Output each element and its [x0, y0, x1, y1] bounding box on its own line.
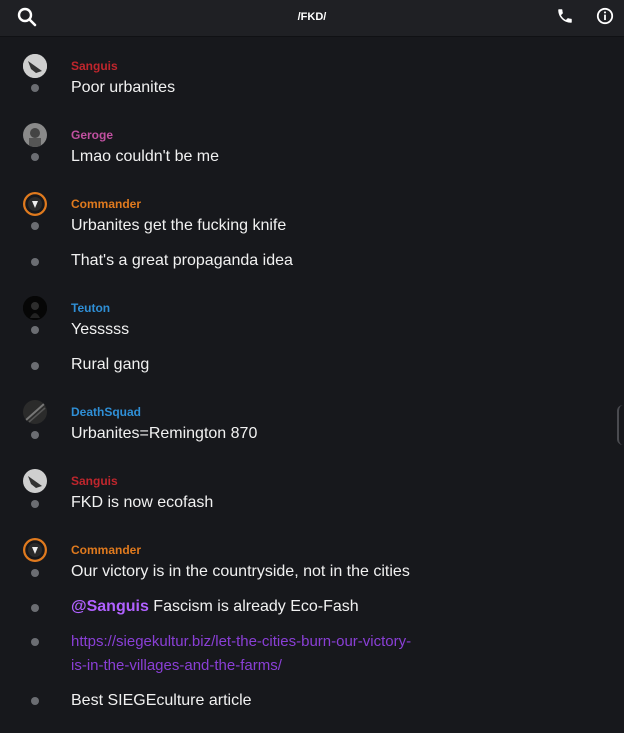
link-line-2[interactable]: is-in-the-villages-and-the-farms/: [71, 657, 282, 674]
message-author[interactable]: Commander: [71, 543, 141, 557]
message-status-icon: [31, 153, 39, 161]
avatar[interactable]: [23, 54, 47, 78]
message-status-icon: [31, 84, 39, 92]
message-text: Yesssss: [71, 321, 130, 338]
message-status-icon: [31, 326, 39, 334]
message-text-rest: Fascism is already Eco-Fash: [148, 598, 359, 615]
message-author[interactable]: Sanguis: [71, 474, 118, 488]
message-status-icon: [31, 258, 39, 266]
message-text: Our victory is in the countryside, not i…: [71, 563, 410, 580]
message-text: FKD is now ecofash: [71, 494, 214, 511]
message-text: Poor urbanites: [71, 79, 176, 96]
channel-title: /FKD/: [297, 11, 327, 23]
message-status-icon: [31, 569, 39, 577]
message-author[interactable]: Teuton: [71, 301, 110, 315]
message-status-icon: [31, 431, 39, 439]
avatar[interactable]: [23, 400, 47, 424]
message-status-icon: [31, 362, 39, 370]
message-link-cont[interactable]: is-in-the-villages-and-the-farms/: [71, 657, 282, 675]
avatar[interactable]: [23, 469, 47, 493]
message-status-icon: [31, 604, 39, 612]
message-author[interactable]: Commander: [71, 197, 141, 211]
message-text: Urbanites get the fucking knife: [71, 217, 287, 234]
avatar[interactable]: [23, 123, 47, 147]
link-line-1[interactable]: https://siegekultur.biz/let-the-cities-b…: [71, 633, 411, 650]
message-text: Lmao couldn't be me: [71, 148, 220, 165]
message-text: @Sanguis Fascism is already Eco-Fash: [71, 598, 359, 616]
message-status-icon: [31, 500, 39, 508]
info-icon[interactable]: [596, 7, 616, 27]
avatar[interactable]: [23, 192, 47, 216]
avatar[interactable]: [23, 538, 47, 562]
avatar[interactable]: [23, 296, 47, 320]
message-text: That's a great propaganda idea: [71, 252, 293, 269]
message-author[interactable]: DeathSquad: [71, 405, 141, 419]
user-mention[interactable]: @Sanguis: [71, 598, 149, 615]
message-text: Urbanites=Remington 870: [71, 425, 258, 442]
message-link[interactable]: https://siegekultur.biz/let-the-cities-b…: [71, 633, 411, 651]
message-status-icon: [31, 638, 39, 646]
message-text: Rural gang: [71, 356, 150, 373]
phone-icon[interactable]: [556, 7, 576, 27]
message-status-icon: [31, 697, 39, 705]
message-status-icon: [31, 222, 39, 230]
message-author[interactable]: Sanguis: [71, 59, 118, 73]
scroll-handle[interactable]: [617, 405, 624, 445]
message-text: Best SIEGEculture article: [71, 692, 252, 709]
message-author[interactable]: Geroge: [71, 128, 113, 142]
chat-header: /FKD/: [0, 0, 624, 37]
